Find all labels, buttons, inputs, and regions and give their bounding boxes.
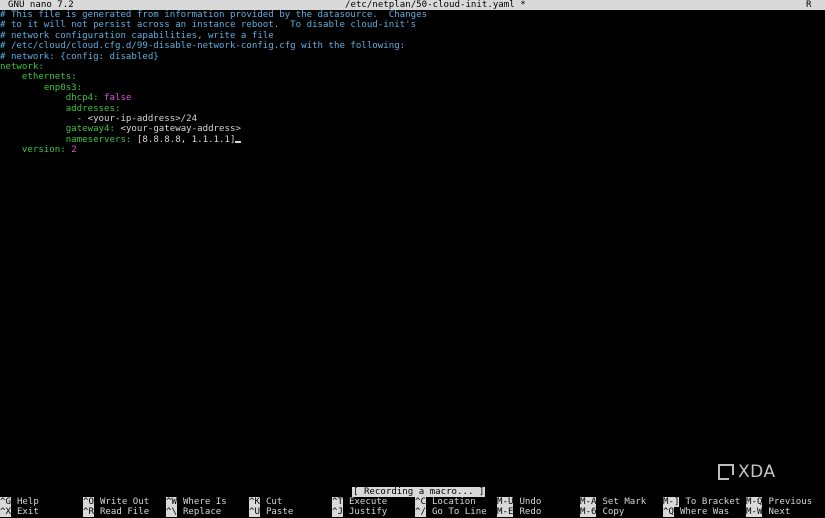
comment-line[interactable]: # network: {config: disabled} xyxy=(0,52,825,62)
yaml-key: enp0s3: xyxy=(43,82,83,93)
shortcut-key: ^R xyxy=(83,507,94,518)
yaml-value: <your-gateway-address> xyxy=(120,124,241,135)
shortcut-key: M-A xyxy=(580,497,597,507)
comment-line[interactable]: # This file is generated from informatio… xyxy=(0,10,825,20)
shortcut-key: M-6 xyxy=(580,507,597,518)
shortcut-label: Replace xyxy=(182,507,222,518)
file-path: /etc/netplan/50-cloud-init.yaml * xyxy=(345,0,526,10)
shortcut-label: Paste xyxy=(265,507,294,518)
yaml-value: [8.8.8.8, 1.1.1.1] xyxy=(136,134,236,145)
shortcut-label: Undo xyxy=(519,497,542,507)
yaml-line-gateway4[interactable]: gateway4: <your-gateway-address> xyxy=(0,124,825,134)
shortcut-replace[interactable]: ^\ Replace xyxy=(166,507,222,518)
shortcut-bar: ^G Help ^X Exit ^O Write Out ^R Read File ^W… xyxy=(0,497,825,518)
shortcut-label: Exit xyxy=(16,507,39,518)
shortcut-label: Execute xyxy=(348,497,388,507)
shortcut-read-file[interactable]: ^R Read File xyxy=(83,507,150,518)
shortcut-label: Where Was xyxy=(679,507,730,518)
shortcut-help[interactable]: ^G Help xyxy=(0,497,39,507)
shortcut-key: M-W xyxy=(746,507,763,518)
shortcut-label: Set Mark xyxy=(602,497,647,507)
shortcut-next[interactable]: M-W Next xyxy=(746,507,791,518)
shortcut-key: ^Q xyxy=(663,507,674,518)
shortcut-paste[interactable]: ^U Paste xyxy=(249,507,294,518)
yaml-line-dhcp4[interactable]: dhcp4: false xyxy=(0,93,825,103)
shortcut-key: ^X xyxy=(0,507,11,518)
yaml-key: addresses: xyxy=(65,103,121,114)
shortcut-exit[interactable]: ^X Exit xyxy=(0,507,39,518)
shortcut-label: Previous xyxy=(768,497,813,507)
shortcut-key: ^C xyxy=(415,497,426,507)
shortcut-label: Location xyxy=(431,497,476,507)
shortcut-location[interactable]: ^C Location xyxy=(415,497,476,507)
shortcut-key: ^G xyxy=(0,497,11,507)
shortcut-label: Redo xyxy=(519,507,542,518)
title-bar: GNU nano 7.2 /etc/netplan/50-cloud-init.… xyxy=(0,0,825,10)
shortcut-label: Where Is xyxy=(182,497,227,507)
yaml-key: version: xyxy=(21,145,66,156)
shortcut-previous[interactable]: M-Q Previous xyxy=(746,497,812,507)
shortcut-label: Justify xyxy=(348,507,388,518)
shortcut-key: ^/ xyxy=(415,507,426,518)
comment-line[interactable]: # /etc/cloud/cloud.cfg.d/99-disable-netw… xyxy=(0,41,825,51)
shortcut-to-bracket[interactable]: M-] To Bracket xyxy=(663,497,740,507)
yaml-value: false xyxy=(104,93,132,104)
editor-buffer[interactable]: # This file is generated from informatio… xyxy=(0,10,825,155)
yaml-key: dhcp4: xyxy=(65,93,99,104)
shortcut-redo[interactable]: M-E Redo xyxy=(497,507,542,518)
xda-logo-icon xyxy=(718,464,735,481)
yaml-line-addresses[interactable]: addresses: xyxy=(0,104,825,114)
shortcut-key: M-E xyxy=(497,507,514,518)
shortcut-key: ^\ xyxy=(166,507,177,518)
text-cursor xyxy=(235,140,241,143)
yaml-line-nameservers[interactable]: nameservers: [8.8.8.8, 1.1.1.1] xyxy=(0,135,825,145)
shortcut-label: Copy xyxy=(602,507,625,518)
shortcut-key: M-U xyxy=(497,497,514,507)
shortcut-key: ^O xyxy=(83,497,94,507)
yaml-line-ethernets[interactable]: ethernets: xyxy=(0,72,825,82)
terminal-window: GNU nano 7.2 /etc/netplan/50-cloud-init.… xyxy=(0,0,825,518)
shortcut-go-to-line[interactable]: ^/ Go To Line xyxy=(415,507,487,518)
yaml-line-network[interactable]: network: xyxy=(0,62,825,72)
comment-line[interactable]: # to it will not persist across an insta… xyxy=(0,20,825,30)
restricted-flag: R xyxy=(806,0,812,10)
yaml-key: ethernets: xyxy=(21,72,77,83)
shortcut-where-was[interactable]: ^Q Where Was xyxy=(663,507,730,518)
yaml-value: 2 xyxy=(71,145,77,156)
comment-line[interactable]: # network configuration capabilities, wr… xyxy=(0,31,825,41)
shortcut-key: ^U xyxy=(249,507,260,518)
status-message: [ Recording a macro... ] xyxy=(352,487,486,497)
yaml-line-address-item[interactable]: - <your-ip-address>/24 xyxy=(0,114,825,124)
shortcut-set-mark[interactable]: M-A Set Mark xyxy=(580,497,646,507)
yaml-key: network: xyxy=(0,61,44,72)
shortcut-execute[interactable]: ^T Execute xyxy=(332,497,387,507)
yaml-value: - <your-ip-address>/24 xyxy=(76,113,198,124)
shortcut-label: To Bracket xyxy=(685,497,741,507)
shortcut-key: ^K xyxy=(249,497,260,507)
yaml-key: gateway4: xyxy=(65,124,115,135)
shortcut-cut[interactable]: ^K Cut xyxy=(249,497,282,507)
shortcut-label: Go To Line xyxy=(431,507,487,518)
shortcut-key: M-Q xyxy=(746,497,763,507)
app-title: GNU nano 7.2 xyxy=(8,0,74,10)
watermark-text: XDA xyxy=(738,461,776,482)
shortcut-key: ^W xyxy=(166,497,177,507)
shortcut-label: Help xyxy=(16,497,39,507)
shortcut-label: Read File xyxy=(99,507,150,518)
shortcut-key: M-] xyxy=(663,497,680,507)
shortcut-label: Cut xyxy=(265,497,283,507)
shortcut-key: ^J xyxy=(332,507,343,518)
shortcut-key: ^T xyxy=(332,497,343,507)
shortcut-label: Next xyxy=(768,507,791,518)
shortcut-write-out[interactable]: ^O Write Out xyxy=(83,497,149,507)
shortcut-copy[interactable]: M-6 Copy xyxy=(580,507,625,518)
shortcut-label: Write Out xyxy=(99,497,150,507)
shortcut-where-is[interactable]: ^W Where Is xyxy=(166,497,227,507)
xda-watermark: XDA xyxy=(718,462,798,482)
shortcut-justify[interactable]: ^J Justify xyxy=(332,507,388,518)
yaml-key: nameservers: xyxy=(65,134,132,145)
shortcut-undo[interactable]: M-U Undo xyxy=(497,497,541,507)
yaml-line-interface[interactable]: enp0s3: xyxy=(0,83,825,93)
yaml-line-version[interactable]: version: 2 xyxy=(0,145,825,155)
